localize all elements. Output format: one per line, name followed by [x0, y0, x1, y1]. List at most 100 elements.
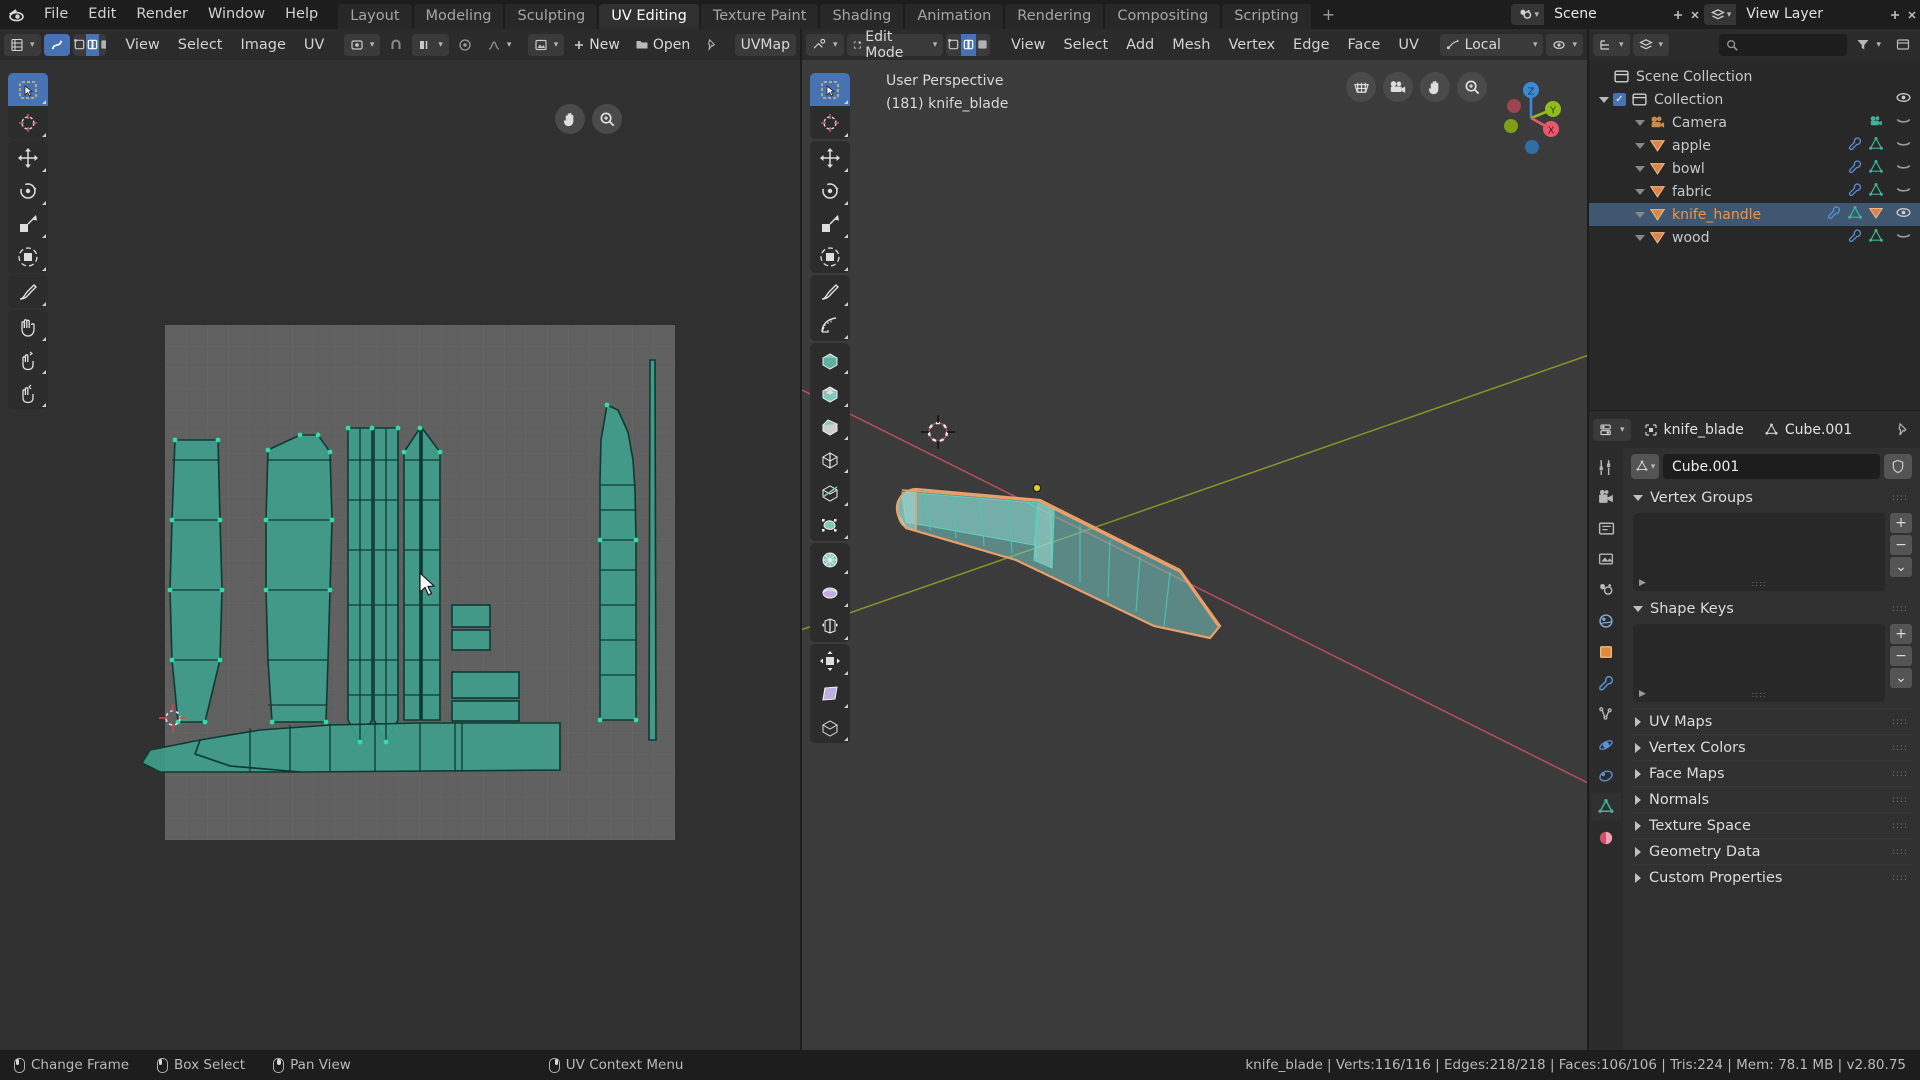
tool-measure-icon[interactable]	[810, 308, 850, 341]
workspace-tab-sculpting[interactable]: Sculpting	[505, 4, 598, 29]
view3d-menu-edge[interactable]: Edge	[1284, 34, 1339, 56]
uv-edge-select-icon[interactable]	[85, 33, 99, 56]
eye-closed-icon[interactable]	[1895, 112, 1912, 133]
scene-selector[interactable]: ▾ Scene	[1510, 4, 1667, 25]
section-header-vertex-colors[interactable]: Vertex Colors::::	[1631, 734, 1912, 760]
section-header-texture-space[interactable]: Texture Space::::	[1631, 812, 1912, 838]
interaction-mode-selector[interactable]: Edit Mode ▾	[846, 29, 944, 61]
properties-tab-output[interactable]	[1591, 514, 1621, 542]
view-layer-name-field[interactable]: View Layer	[1736, 4, 1878, 25]
workspace-tab-uv-editing[interactable]: UV Editing	[599, 4, 699, 29]
view-layer-selector[interactable]: ▾ View Layer	[1703, 4, 1878, 25]
outliner-row-fabric[interactable]: fabric	[1589, 180, 1920, 203]
tool-extrude-region-icon[interactable]	[810, 343, 850, 376]
workspace-tab-shading[interactable]: Shading	[820, 4, 904, 29]
view3d-menu-mesh[interactable]: Mesh	[1163, 34, 1219, 56]
zoom-icon[interactable]	[592, 104, 622, 134]
modifier-icon[interactable]	[1847, 182, 1863, 202]
remove-scene-icon[interactable]	[1687, 4, 1704, 25]
tool-inset-faces-icon[interactable]	[810, 376, 850, 409]
view3d-editor-type-icon[interactable]: ▾	[806, 33, 844, 56]
eye-open-icon[interactable]	[1895, 204, 1912, 225]
outliner-row-scene-collection[interactable]: Scene Collection	[1589, 65, 1920, 88]
properties-tab-material[interactable]	[1591, 824, 1621, 852]
expand-arrow-icon[interactable]: ▶	[1639, 578, 1646, 588]
section-header-normals[interactable]: Normals::::	[1631, 786, 1912, 812]
workspace-tab-texture-paint[interactable]: Texture Paint	[700, 4, 819, 29]
outliner-search-input[interactable]	[1719, 33, 1848, 56]
tool-cursor-icon[interactable]	[810, 106, 850, 139]
tool-move-icon[interactable]	[8, 141, 48, 174]
disclosure-triangle-icon[interactable]	[1635, 234, 1645, 241]
hand-pan-icon[interactable]	[555, 104, 585, 134]
properties-tab-world[interactable]	[1591, 607, 1621, 635]
tool-poly-build-icon[interactable]	[810, 508, 850, 541]
menu-edit[interactable]: Edit	[78, 0, 126, 29]
disclosure-triangle-icon[interactable]	[1635, 211, 1645, 218]
collection-checkbox[interactable]: ✓	[1613, 93, 1626, 106]
knife-blade-mesh[interactable]	[895, 487, 1222, 640]
eye-closed-icon[interactable]	[1895, 135, 1912, 156]
view3d-menu-add[interactable]: Add	[1117, 34, 1163, 56]
tool-transform-icon[interactable]	[8, 240, 48, 273]
outliner-row-knife_handle[interactable]: knife_handle	[1589, 203, 1920, 226]
uvmap-name-field[interactable]: UVMap	[734, 33, 796, 56]
modifier-icon[interactable]	[1847, 136, 1863, 156]
blender-logo-icon[interactable]	[0, 0, 34, 29]
properties-tab-object[interactable]	[1591, 638, 1621, 666]
uv-menu-image[interactable]: Image	[231, 34, 294, 56]
vertex-groups-list[interactable]: ▶::::	[1633, 513, 1885, 591]
uv-menu-uv[interactable]: UV	[295, 34, 334, 56]
properties-tab-modifier[interactable]	[1591, 669, 1621, 697]
menu-file[interactable]: File	[34, 0, 78, 29]
properties-editor-type-icon[interactable]: ▾	[1593, 418, 1631, 441]
tool-tweak-select-box-icon[interactable]	[810, 73, 850, 106]
uv-vertex-select-icon[interactable]	[73, 34, 86, 56]
tool-shrink-fatten-icon[interactable]	[810, 644, 850, 677]
workspace-tab-compositing[interactable]: Compositing	[1105, 4, 1221, 29]
view3d-menu-face[interactable]: Face	[1339, 34, 1390, 56]
tool-cursor-icon[interactable]	[8, 106, 48, 139]
list-button-remove[interactable]: −	[1890, 646, 1912, 666]
proportional-editing-icon[interactable]	[452, 34, 478, 56]
tool-rotate-icon[interactable]	[8, 174, 48, 207]
tool-rip-region-icon[interactable]	[810, 710, 850, 743]
tool-loop-cut-icon[interactable]	[810, 442, 850, 475]
resize-grip-icon[interactable]: ::::	[1752, 579, 1767, 588]
disclosure-triangle-icon[interactable]	[1599, 96, 1609, 103]
tool-shear-icon[interactable]	[810, 677, 850, 710]
mesh-data-icon[interactable]	[1868, 228, 1884, 248]
eye-closed-icon[interactable]	[1895, 227, 1912, 248]
outliner-row-bowl[interactable]: bowl	[1589, 157, 1920, 180]
list-button-add[interactable]: +	[1890, 513, 1912, 533]
outliner-row-camera[interactable]: Camera	[1589, 111, 1920, 134]
properties-tab-view-layer[interactable]	[1591, 545, 1621, 573]
snap-target-icon[interactable]: ▾	[412, 33, 449, 56]
new-collection-icon[interactable]	[1890, 34, 1916, 56]
modifier-icon[interactable]	[1847, 228, 1863, 248]
tool-pinch-uv-icon[interactable]	[8, 376, 48, 409]
add-workspace-button[interactable]: +	[1313, 2, 1344, 27]
properties-tab-particles[interactable]	[1591, 700, 1621, 728]
mesh-data-icon[interactable]	[1868, 136, 1884, 156]
eye-closed-icon[interactable]	[1895, 181, 1912, 202]
tool-tweak-select-box-icon[interactable]	[8, 73, 48, 106]
section-header-uv-maps[interactable]: UV Maps::::	[1631, 708, 1912, 734]
properties-tab-scene[interactable]	[1591, 576, 1621, 604]
tool-grab-uv-icon[interactable]	[8, 310, 48, 343]
mesh-data-icon[interactable]	[1868, 159, 1884, 179]
tool-rotate-icon[interactable]	[810, 174, 850, 207]
view3d-menu-uv[interactable]: UV	[1389, 34, 1428, 56]
breadcrumb-object[interactable]: knife_blade	[1664, 422, 1744, 438]
workspace-tab-scripting[interactable]: Scripting	[1222, 4, 1311, 29]
tool-knife-icon[interactable]	[810, 475, 850, 508]
properties-tab-constraints[interactable]	[1591, 762, 1621, 790]
outliner-row-collection[interactable]: ✓ Collection	[1589, 88, 1920, 111]
eye-open-icon[interactable]	[1895, 89, 1912, 110]
image-browse-icon[interactable]: ▾	[527, 33, 565, 56]
outliner-row-wood[interactable]: wood	[1589, 226, 1920, 249]
edge-select-icon[interactable]	[960, 33, 976, 56]
tool-bevel-icon[interactable]	[810, 409, 850, 442]
uv-face-select-icon[interactable]	[99, 34, 106, 56]
tool-edge-slide-icon[interactable]	[810, 609, 850, 642]
